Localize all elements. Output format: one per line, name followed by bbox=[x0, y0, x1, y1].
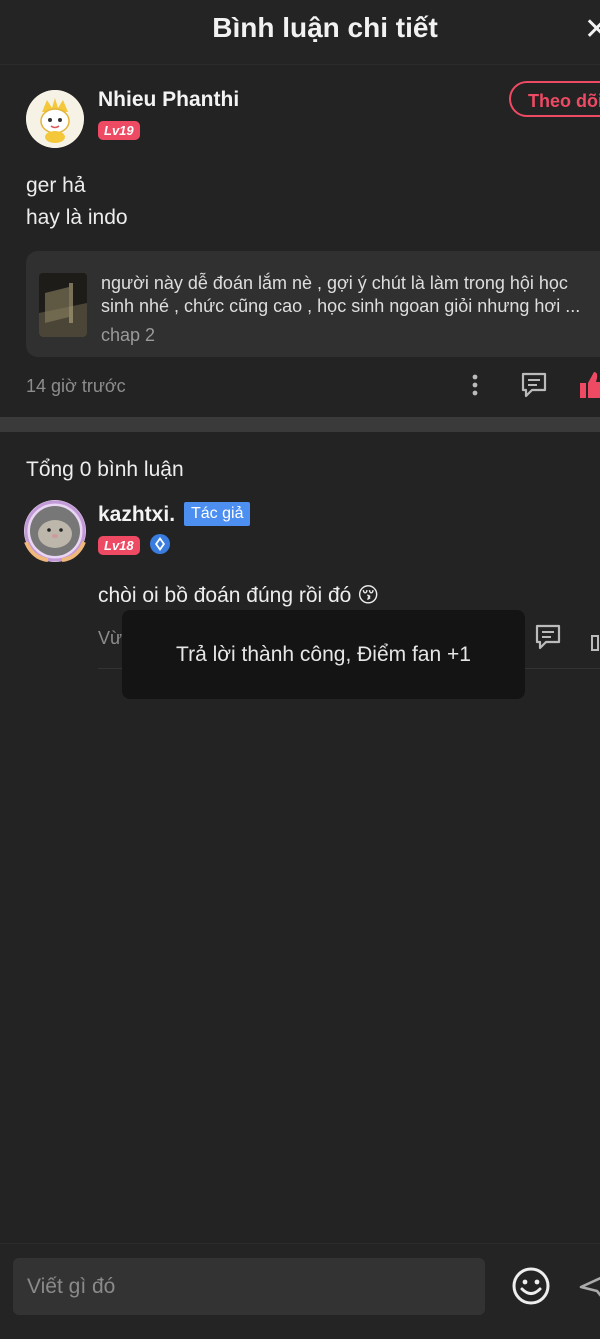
comment-input[interactable] bbox=[13, 1258, 485, 1315]
referenced-comment-text: người này dễ đoán lắm nè , gợi ý chút là… bbox=[101, 273, 581, 316]
more-options-icon[interactable] bbox=[466, 372, 484, 400]
section-divider bbox=[0, 417, 600, 432]
avatar[interactable] bbox=[26, 90, 84, 148]
chapter-thumbnail bbox=[39, 273, 87, 337]
comment-composer bbox=[0, 1243, 600, 1339]
page-title: Bình luận chi tiết bbox=[212, 12, 438, 43]
avatar[interactable] bbox=[22, 498, 88, 564]
reply-count: Tổng 0 bình luận bbox=[26, 458, 184, 481]
like-icon[interactable] bbox=[590, 624, 600, 652]
like-icon[interactable] bbox=[578, 370, 600, 400]
comment-author-name[interactable]: Nhieu Phanthi bbox=[98, 88, 239, 112]
follow-button[interactable]: Theo dõi bbox=[509, 81, 600, 117]
level-badge: Lv18 bbox=[98, 536, 140, 555]
header: Bình luận chi tiết ✕ bbox=[0, 0, 600, 65]
chapter-label: chap 2 bbox=[101, 325, 156, 345]
send-icon[interactable] bbox=[578, 1268, 600, 1306]
level-badge: Lv19 bbox=[98, 121, 140, 140]
verified-diamond-icon bbox=[149, 533, 171, 555]
close-icon[interactable]: ✕ bbox=[584, 12, 600, 48]
comment-timestamp: 14 giờ trước bbox=[26, 376, 126, 396]
reply-icon[interactable] bbox=[520, 371, 548, 399]
emoji-icon[interactable] bbox=[511, 1266, 551, 1306]
comment-line: ger hả bbox=[26, 174, 86, 197]
toast-notification: Trả lời thành công, Điểm fan +1 bbox=[122, 610, 525, 699]
referenced-comment-card[interactable]: người này dễ đoán lắm nè , gợi ý chút là… bbox=[26, 251, 600, 357]
author-badge: Tác giả bbox=[184, 502, 251, 526]
reply-icon[interactable] bbox=[534, 623, 562, 651]
reply-author-name[interactable]: kazhtxi. bbox=[98, 503, 175, 527]
comment-line: hay là indo bbox=[26, 206, 128, 229]
toast-message: Trả lời thành công, Điểm fan +1 bbox=[176, 643, 471, 666]
reply-text: chòi oi bồ đoán đúng rồi đó 😚 bbox=[98, 584, 380, 607]
